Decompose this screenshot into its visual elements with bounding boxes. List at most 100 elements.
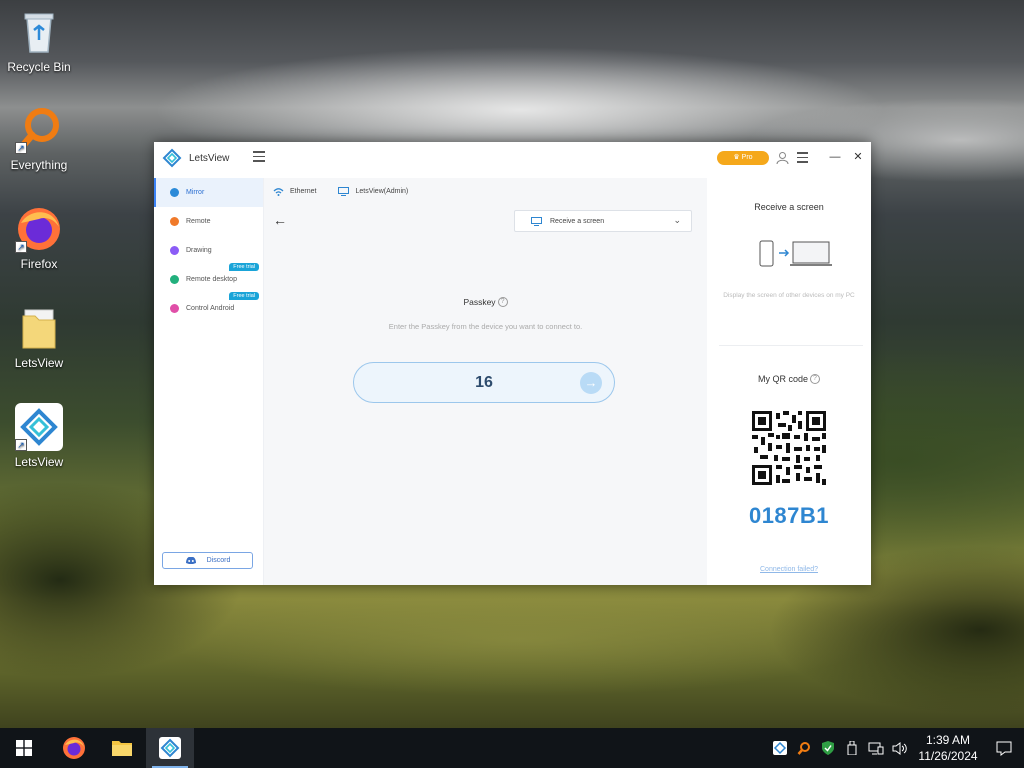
right-panel: Receive a screen Display the screen of o… [707,178,871,585]
desktop-icon-label: Recycle Bin [7,60,71,74]
sidebar-item-label: Drawing [186,247,212,254]
desktop-icon-label: LetsView [14,356,64,370]
phone-to-pc-illustration-icon [759,240,832,267]
desktop-icon-label: LetsView [14,455,64,469]
desktop-icon-everything[interactable]: ↗ Everything [2,106,76,172]
firefox-icon: ↗ [15,205,63,253]
wifi-icon [273,187,284,196]
qr-code-title: My QR code? [707,374,871,384]
passkey-input[interactable]: 16 → [353,362,615,403]
discord-button[interactable]: Discord [162,552,253,569]
monitor-icon [338,187,350,196]
start-button[interactable] [0,728,48,768]
sidebar-item-drawing[interactable]: Drawing [154,236,263,265]
free-trial-badge: Free trial [229,263,259,271]
network-icon[interactable] [864,728,888,768]
receive-select-value: Receive a screen [550,217,605,225]
sidebar-item-label: Mirror [186,189,205,196]
sidebar-item-mirror[interactable]: Mirror [154,178,263,207]
passkey-value: 16 [475,373,493,391]
minimize-button[interactable]: — [828,150,842,164]
desktop-icon-letsview-app[interactable]: ↗ LetsView [2,403,76,469]
title-bar: LetsView ♛ Pro — ✕ [154,142,871,178]
sidebar-item-remote[interactable]: Remote [154,207,263,236]
help-icon[interactable]: ? [497,297,508,307]
menu-icon[interactable] [797,152,808,166]
clock-date: 11/26/2024 [918,749,978,763]
screen-icon [531,216,542,226]
folder-icon [112,741,132,756]
sidebar: Mirror Remote Drawing Remote desktop Fre… [154,178,264,585]
back-arrow-icon[interactable]: ← [273,212,287,228]
divider [719,345,863,346]
device-label: LetsView(Admin) [355,188,409,195]
help-icon[interactable]: ? [810,374,820,384]
connection-failed-link[interactable]: Connection failed? [707,566,871,573]
free-trial-badge: Free trial [229,292,259,300]
mirror-icon [170,188,179,197]
app-name: LetsView [189,152,230,164]
user-avatar-icon[interactable] [776,151,789,165]
taskbar-firefox[interactable] [50,728,98,768]
drawing-icon [170,246,179,255]
volume-icon[interactable] [888,728,912,768]
connection-code: 0187B1 [748,503,830,528]
receive-screen-description: Display the screen of other devices on m… [723,292,855,299]
connection-info: Ethernet LetsView(Admin) [273,187,408,196]
device-name: LetsView(Admin) [338,187,408,196]
shortcut-arrow-icon: ↗ [15,142,27,154]
taskbar-file-explorer[interactable] [98,728,146,768]
sidebar-item-label: Control Android [186,305,235,312]
remote-desktop-icon [170,275,179,284]
shortcut-arrow-icon: ↗ [15,439,27,451]
taskbar: 1:39 AM 11/26/2024 [0,728,1024,768]
shortcut-arrow-icon: ↗ [15,241,27,253]
everything-tray-icon[interactable] [792,728,816,768]
system-tray: 1:39 AM 11/26/2024 [768,728,1024,768]
clock[interactable]: 1:39 AM 11/26/2024 [912,732,984,764]
firefox-icon [63,737,85,759]
connect-arrow-button[interactable]: → [580,372,602,394]
letsview-logo-icon [159,737,181,759]
desktop-icon-letsview-folder[interactable]: LetsView [2,304,76,370]
letsview-tray-icon[interactable] [768,728,792,768]
control-android-icon [170,304,179,313]
desktop-icon-recycle-bin[interactable]: Recycle Bin [2,8,76,74]
sidebar-item-label: Remote [186,218,211,225]
letsview-logo-icon: ↗ [15,403,63,451]
pro-button[interactable]: ♛ Pro [717,151,769,165]
folder-icon [15,304,63,352]
passkey-description: Enter the Passkey from the device you wa… [388,322,583,331]
clock-time: 1:39 AM [925,733,971,747]
desktop-icon-label: Everything [10,158,68,172]
taskbar-letsview[interactable] [146,728,194,768]
sidebar-item-label: Remote desktop [186,276,237,283]
passkey-heading: Passkey? [264,297,707,307]
collapse-sidebar-icon[interactable] [253,151,265,162]
app-logo: LetsView [162,148,229,168]
remote-icon [170,217,179,226]
qr-code-image [752,411,826,485]
discord-icon [185,557,196,564]
close-button[interactable]: ✕ [851,150,865,164]
windows-logo-icon [16,740,32,756]
usb-device-icon[interactable] [840,728,864,768]
letsview-window: LetsView ♛ Pro — ✕ Mirror Remote Drawing [154,142,871,585]
desktop-icon-label: Firefox [20,257,58,271]
chevron-down-icon: ⌄ [673,215,681,225]
recycle-bin-icon [15,8,63,56]
security-shield-icon[interactable] [816,728,840,768]
letsview-logo-icon [162,148,182,168]
notification-icon [996,741,1012,756]
main-panel: Ethernet LetsView(Admin) ← Receive a scr… [264,178,707,585]
network-status: Ethernet [273,187,316,196]
desktop-icon-firefox[interactable]: ↗ Firefox [2,205,76,271]
sidebar-item-remote-desktop[interactable]: Remote desktop Free trial [154,263,263,294]
receive-screen-title: Receive a screen [754,202,824,212]
receive-screen-dropdown[interactable]: Receive a screen ⌄ [514,210,692,232]
notification-center-button[interactable] [984,741,1024,756]
discord-label: Discord [206,557,231,564]
sidebar-item-control-android[interactable]: Control Android Free trial [154,292,263,323]
network-label: Ethernet [290,188,317,195]
everything-search-icon: ↗ [15,106,63,154]
